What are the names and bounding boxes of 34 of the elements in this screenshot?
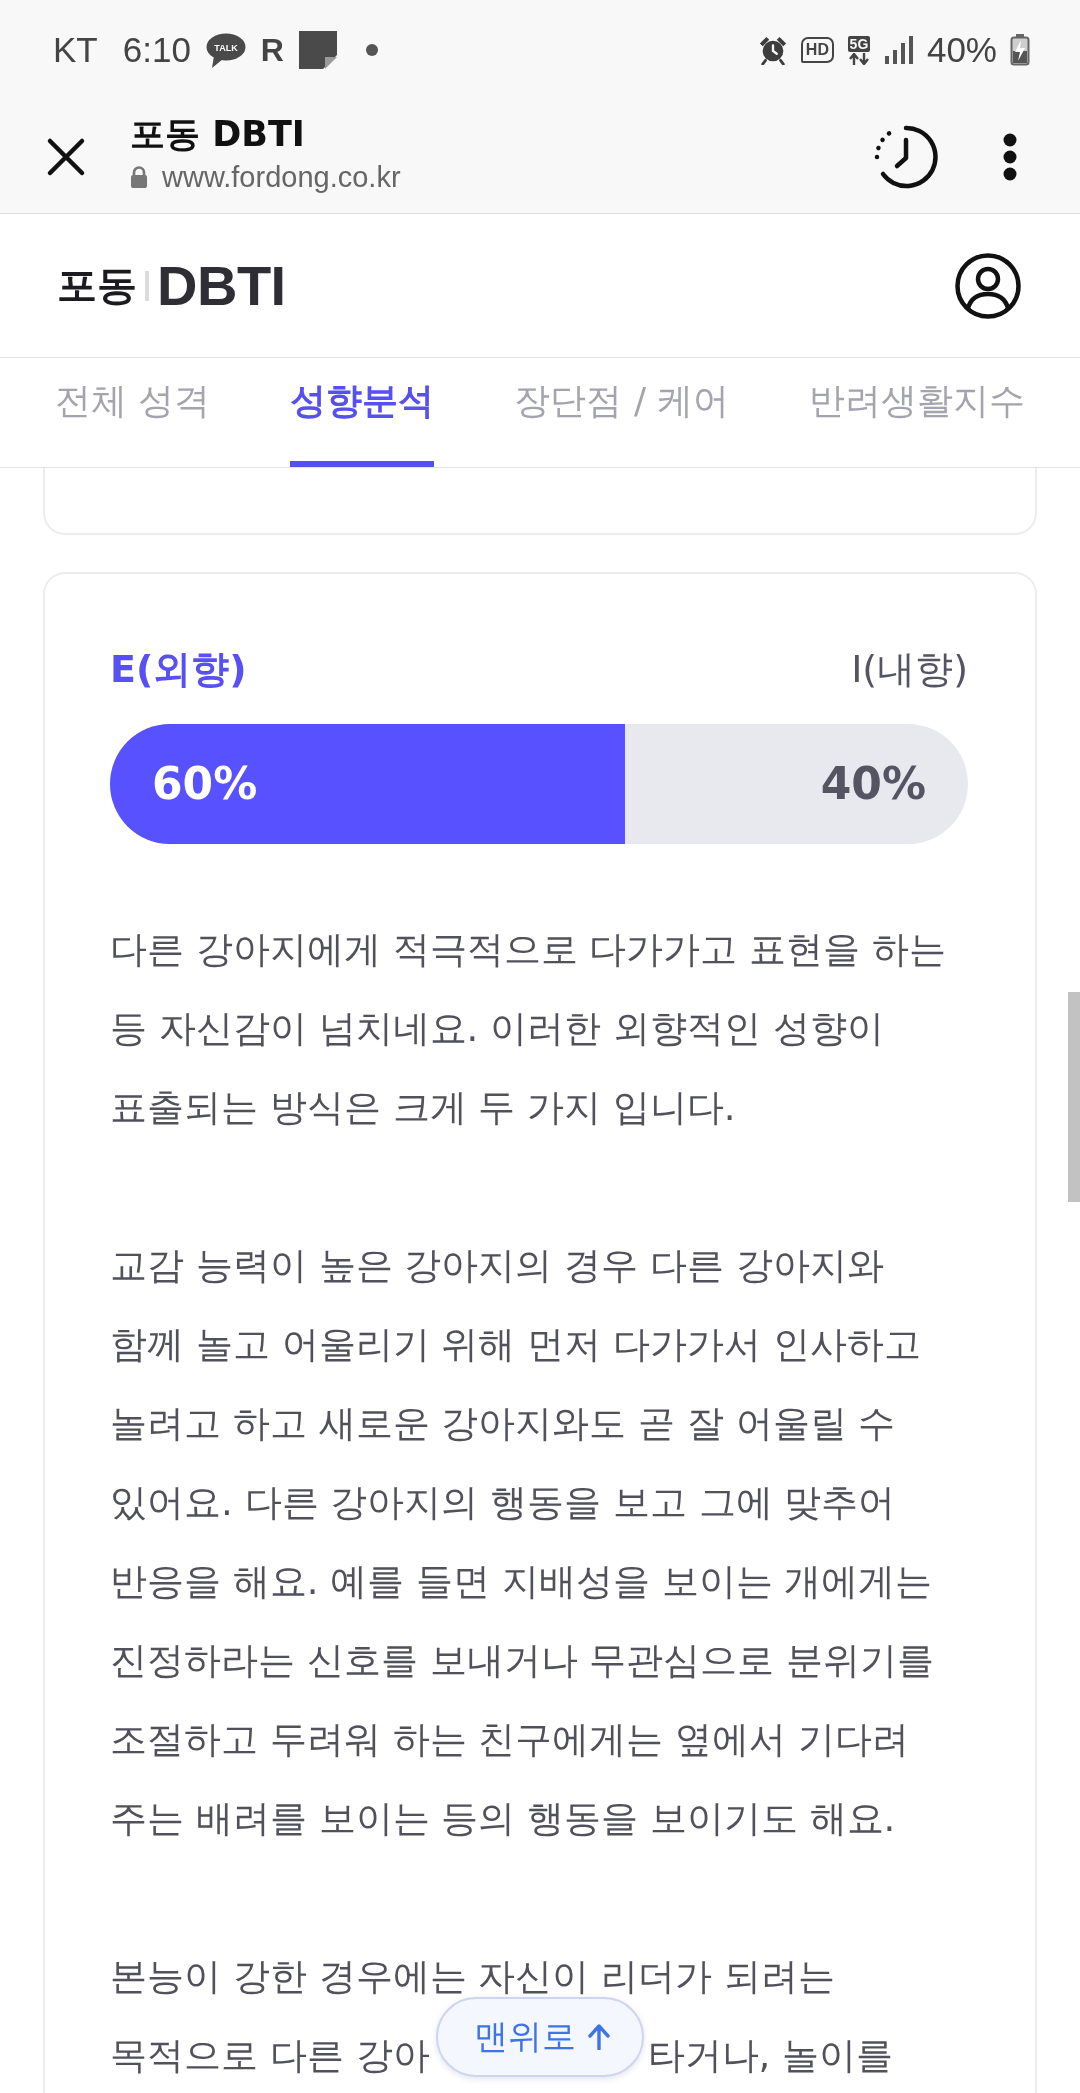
- alarm-clock-icon: [757, 35, 788, 65]
- url-text: www.fordong.co.kr: [162, 159, 401, 194]
- data-arrows-icon: [846, 52, 871, 65]
- time-text: 6:10: [122, 30, 191, 70]
- percentage-text: 60%: [152, 757, 258, 811]
- letter-icon: R: [260, 33, 284, 67]
- site-logo[interactable]: 포동 DBTI: [57, 255, 286, 316]
- tab[interactable]: 반려생활지수: [809, 358, 1026, 467]
- dot-icon: [365, 44, 378, 56]
- tab[interactable]: 전체 성격: [55, 358, 211, 467]
- lock-icon: [130, 165, 148, 188]
- hd-icon: HD: [800, 37, 834, 63]
- battery-percent-text: 40%: [926, 30, 997, 70]
- trait-label: I(내향): [851, 645, 968, 693]
- description-text: 본능이 강한 경우에는 자신이 리더가 되려는: [110, 1954, 835, 2000]
- tab[interactable]: 장단점 / 케어: [514, 358, 730, 467]
- clock-icon[interactable]: [873, 123, 939, 190]
- close-icon[interactable]: [46, 136, 86, 177]
- more-options-icon[interactable]: [1003, 132, 1017, 181]
- user-icon[interactable]: [955, 252, 1021, 319]
- battery-icon: [1010, 34, 1030, 66]
- description-text: 타거나, 놀이를: [647, 2033, 894, 2079]
- network-type-text: 5G: [847, 35, 871, 52]
- percentage-text: 40%: [820, 757, 926, 811]
- note-icon: [298, 31, 337, 69]
- description-text: 목적으로 다른 강아: [110, 2033, 430, 2079]
- page-title: 포동 DBTI: [130, 112, 306, 156]
- carrier-text: KT: [53, 30, 98, 70]
- back-to-top-button[interactable]: 맨위로: [436, 1997, 644, 2077]
- description-text: 다른 강아지에게 적극적으로 다가가고 표현을 하는 등 자신감이 넘치네요. 이러한 외향적인 성향이 표출되는 방식은 크게 두 가지 입니다.: [110, 927, 947, 1131]
- description-text: 교감 능력이 높은 강아지의 경우 다른 강아지와 함께 놀고 어울리기 위해 먼저 다가가서 인사하고 놀려고 하고 새로운 강아지와도 곧 잘 어울릴 수 있어요. 다른 강아지의 행동을 보고 그에 맞추어 반응을 해요. 예를 들면 지배성을 보이는 개에게는 진정하라는 신호를 보내거나 무관심으로 분위기를 조절하고 두려워 하는 친구에게는 옆에서 기다려 주는 배려를 보이는 등의 행동을 보이기도 해요.: [110, 1243, 936, 1842]
- trait-label: E(외향): [110, 645, 247, 693]
- signal-icon: [883, 35, 914, 65]
- arrow-up-icon: [588, 2024, 610, 2050]
